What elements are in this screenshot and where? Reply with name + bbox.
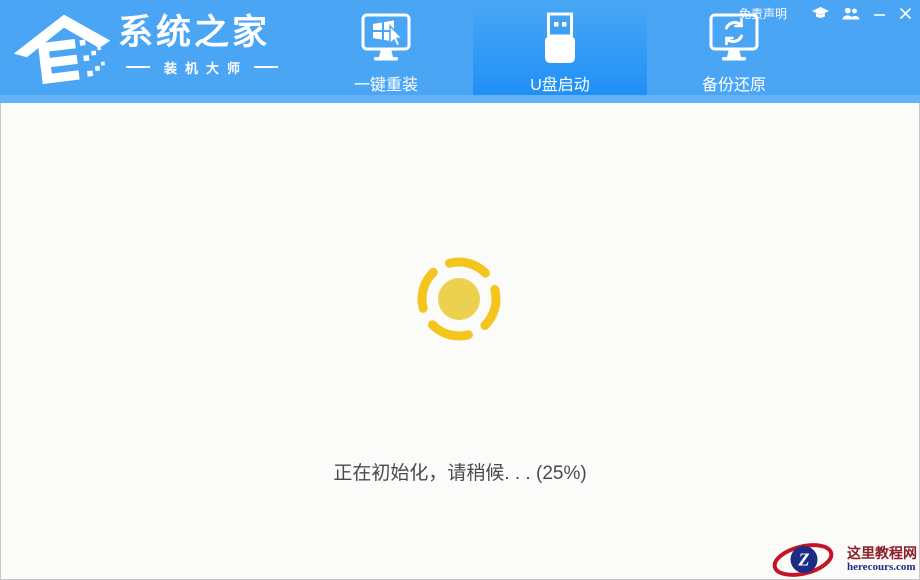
usb-drive-icon xyxy=(531,11,589,65)
minimize-icon[interactable] xyxy=(873,7,886,20)
users-icon[interactable] xyxy=(842,7,860,20)
z-orbit-logo-icon: Z xyxy=(771,541,847,578)
app-logo: 系统之家 装机大师 xyxy=(12,6,278,90)
close-icon[interactable] xyxy=(899,7,912,20)
watermark: Z 这里教程网 herecours.com xyxy=(771,541,917,578)
main-content: 正在初始化，请稍候. . . (25%) Z 这里教程网 herecours.c… xyxy=(0,103,920,580)
tab-label: 备份还原 xyxy=(702,71,766,95)
tab-one-key-reinstall[interactable]: 一键重装 xyxy=(299,0,473,103)
brand-title: 系统之家 xyxy=(118,14,278,53)
graduation-cap-icon[interactable] xyxy=(812,7,829,20)
subtitle-dash-right xyxy=(254,66,278,68)
tab-label: 一键重装 xyxy=(354,71,418,95)
status-text: 正在初始化，请稍候. . . (25%) xyxy=(1,458,919,485)
watermark-letter: Z xyxy=(798,550,810,570)
subtitle-dash-left xyxy=(126,66,150,68)
header-bar: 系统之家 装机大师 xyxy=(0,0,920,95)
tab-label: U盘启动 xyxy=(530,71,590,95)
app-window: 系统之家 装机大师 xyxy=(0,0,920,580)
monitor-windows-icon xyxy=(357,11,415,65)
loading-spinner-icon xyxy=(412,252,506,346)
watermark-site-name: 这里教程网 xyxy=(847,545,917,562)
titlebar-controls: 免责声明 xyxy=(739,5,912,22)
brand-subtitle: 装机大师 xyxy=(164,58,248,77)
tab-usb-boot[interactable]: U盘启动 xyxy=(473,0,647,103)
watermark-site-url: herecours.com xyxy=(847,561,917,574)
disclaimer-link[interactable]: 免责声明 xyxy=(739,5,787,22)
header-bottom-strip xyxy=(0,95,920,103)
house-layers-icon xyxy=(12,6,114,90)
